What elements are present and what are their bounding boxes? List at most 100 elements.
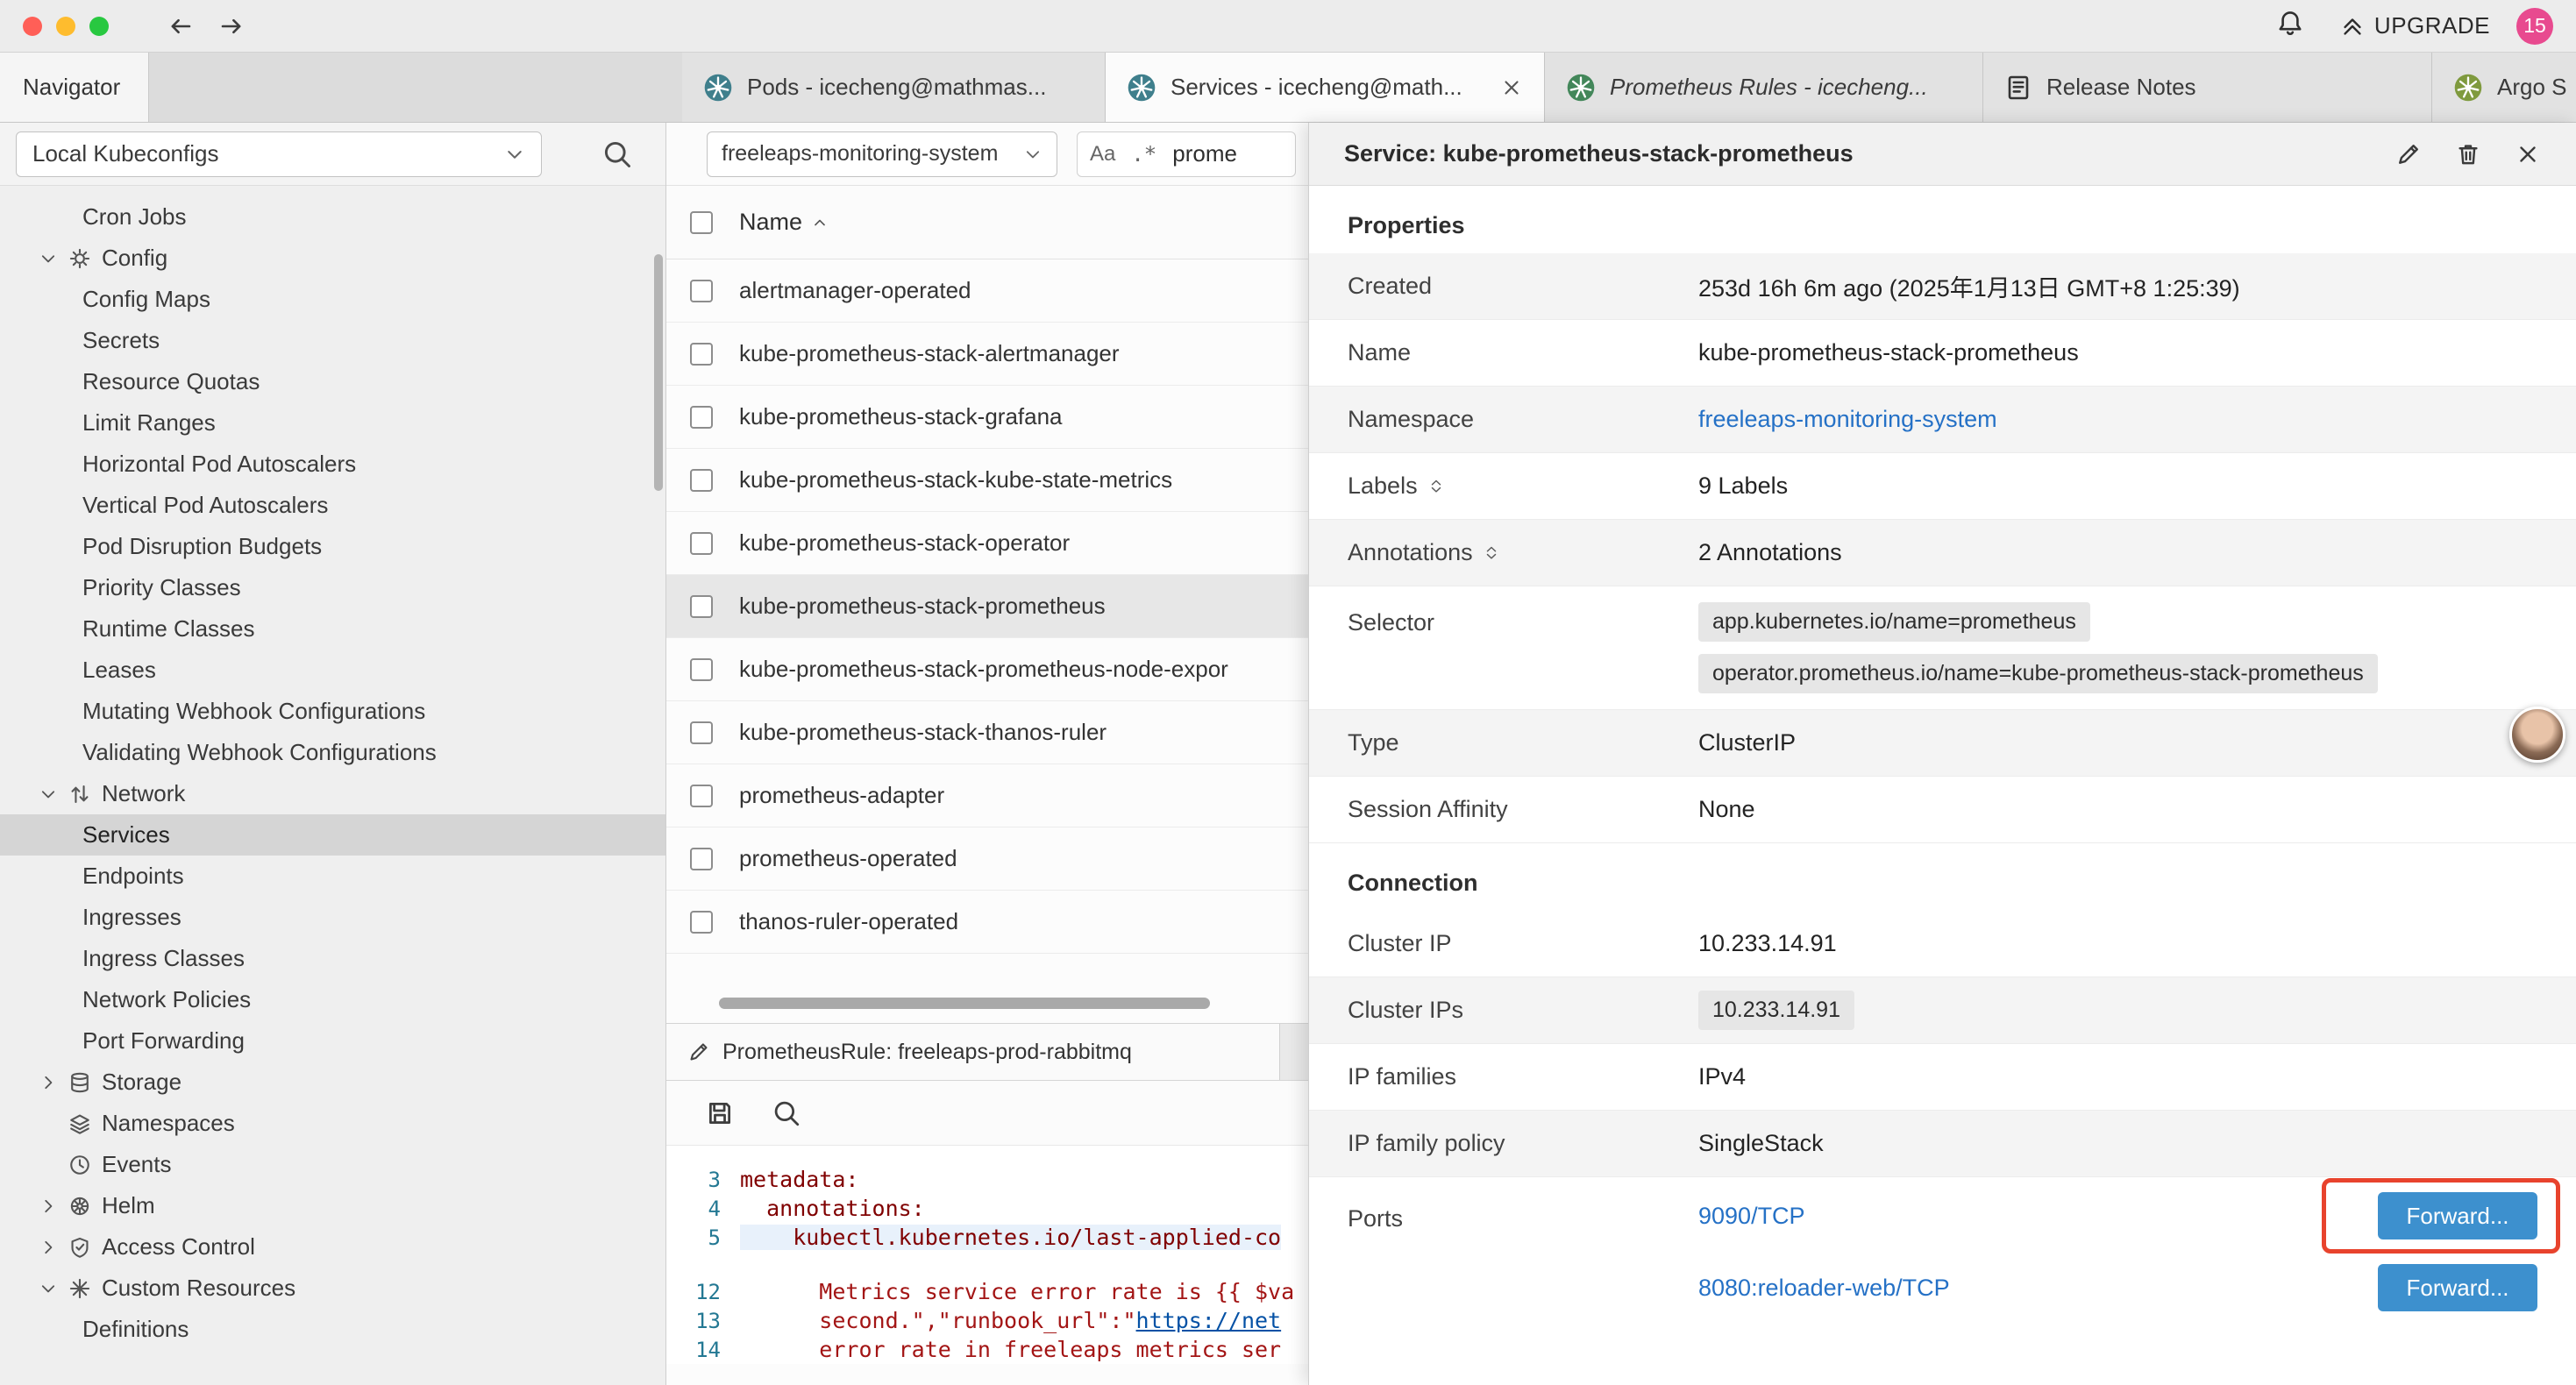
tab-release-notes[interactable]: Release Notes xyxy=(1983,53,2432,122)
horizontal-scrollbar-thumb[interactable] xyxy=(719,998,1210,1009)
table-row[interactable]: prometheus-operated xyxy=(666,827,1308,891)
sidebar-item-leases[interactable]: Leases xyxy=(0,650,665,691)
sidebar-item-storage[interactable]: Storage xyxy=(0,1062,665,1103)
row-checkbox[interactable] xyxy=(690,469,713,492)
sidebar-item-limit-ranges[interactable]: Limit Ranges xyxy=(0,402,665,444)
selector-label: Selector xyxy=(1348,602,1698,636)
sidebar-item-vertical-pod-autoscalers[interactable]: Vertical Pod Autoscalers xyxy=(0,485,665,526)
select-all-checkbox[interactable] xyxy=(690,211,713,234)
expand-collapse-icon[interactable] xyxy=(1428,476,1444,497)
row-checkbox[interactable] xyxy=(690,721,713,744)
tab-prometheus-rules[interactable]: Prometheus Rules - icecheng... xyxy=(1545,53,1983,122)
search-icon[interactable] xyxy=(601,138,633,170)
row-checkbox[interactable] xyxy=(690,343,713,366)
tab-argo[interactable]: Argo S xyxy=(2432,53,2576,122)
tab-pods[interactable]: Pods - icecheng@mathmas... xyxy=(682,53,1106,122)
table-row[interactable]: alertmanager-operated xyxy=(666,259,1308,323)
sidebar-item-cron-jobs[interactable]: Cron Jobs xyxy=(0,196,665,238)
sidebar-item-mutating-webhook-configurations[interactable]: Mutating Webhook Configurations xyxy=(0,691,665,732)
upgrade-button[interactable]: UPGRADE xyxy=(2339,12,2490,39)
row-checkbox[interactable] xyxy=(690,595,713,618)
table-row[interactable]: kube-prometheus-stack-prometheus-node-ex… xyxy=(666,638,1308,701)
forward-arrow-icon[interactable] xyxy=(217,12,246,40)
namespace-filter-select[interactable]: freeleaps-monitoring-system xyxy=(707,131,1057,177)
maximize-traffic-light[interactable] xyxy=(89,17,109,36)
sidebar-item-config-maps[interactable]: Config Maps xyxy=(0,279,665,320)
sidebar-item-endpoints[interactable]: Endpoints xyxy=(0,856,665,897)
lens-app-window: UPGRADE 15 Navigator Pods - icecheng@mat… xyxy=(0,0,2576,1385)
table-row-selected[interactable]: kube-prometheus-stack-prometheus xyxy=(666,575,1308,638)
row-checkbox[interactable] xyxy=(690,785,713,807)
sidebar-item-horizontal-pod-autoscalers[interactable]: Horizontal Pod Autoscalers xyxy=(0,444,665,485)
sidebar-item-runtime-classes[interactable]: Runtime Classes xyxy=(0,608,665,650)
sidebar-item-port-forwarding[interactable]: Port Forwarding xyxy=(0,1020,665,1062)
close-tab-icon[interactable] xyxy=(1500,76,1523,99)
port-link-9090[interactable]: 9090/TCP xyxy=(1698,1203,1805,1230)
dock-tab-prometheusrule[interactable]: PrometheusRule: freeleaps-prod-rabbitmq xyxy=(666,1024,1280,1080)
table-row[interactable]: kube-prometheus-stack-operator xyxy=(666,512,1308,575)
sidebar-item-definitions[interactable]: Definitions xyxy=(0,1309,665,1350)
table-row[interactable]: kube-prometheus-stack-thanos-ruler xyxy=(666,701,1308,764)
sidebar-item-namespaces[interactable]: Namespaces xyxy=(0,1103,665,1144)
sidebar-item-secrets[interactable]: Secrets xyxy=(0,320,665,361)
row-checkbox[interactable] xyxy=(690,280,713,302)
sidebar-item-services[interactable]: Services xyxy=(0,814,665,856)
sidebar-item-ingresses[interactable]: Ingresses xyxy=(0,897,665,938)
avatar[interactable] xyxy=(2509,707,2565,763)
close-traffic-light[interactable] xyxy=(23,17,42,36)
service-name: alertmanager-operated xyxy=(739,277,971,304)
sidebar-item-config[interactable]: Config xyxy=(0,238,665,279)
notification-count-badge[interactable]: 15 xyxy=(2516,8,2553,45)
upgrade-label: UPGRADE xyxy=(2374,12,2490,39)
row-checkbox[interactable] xyxy=(690,848,713,870)
table-row[interactable]: prometheus-adapter xyxy=(666,764,1308,827)
sidebar-item-access-control[interactable]: Access Control xyxy=(0,1226,665,1268)
row-checkbox[interactable] xyxy=(690,532,713,555)
row-checkbox[interactable] xyxy=(690,658,713,681)
table-row[interactable]: thanos-ruler-operated xyxy=(666,891,1308,954)
kubeconfig-selector[interactable]: Local Kubeconfigs xyxy=(16,131,542,177)
ip-family-policy-label: IP family policy xyxy=(1348,1130,1698,1157)
sidebar-scrollbar[interactable] xyxy=(654,254,663,491)
row-checkbox[interactable] xyxy=(690,406,713,429)
name-column-header[interactable]: Name xyxy=(739,209,829,236)
sidebar-item-priority-classes[interactable]: Priority Classes xyxy=(0,567,665,608)
dock-tab-label: PrometheusRule: freeleaps-prod-rabbitmq xyxy=(722,1040,1132,1065)
search-icon[interactable] xyxy=(772,1098,801,1128)
sidebar-item-custom-resources[interactable]: Custom Resources xyxy=(0,1268,665,1309)
sidebar-item-events[interactable]: Events xyxy=(0,1144,665,1185)
close-drawer-icon[interactable] xyxy=(2515,141,2541,167)
regex-toggle[interactable]: .* xyxy=(1131,142,1156,167)
sidebar-item-helm[interactable]: Helm xyxy=(0,1185,665,1226)
forward-button-9090[interactable]: Forward... xyxy=(2378,1192,2537,1239)
sidebar-item-pod-disruption-budgets[interactable]: Pod Disruption Budgets xyxy=(0,526,665,567)
table-row[interactable]: kube-prometheus-stack-alertmanager xyxy=(666,323,1308,386)
code-line: second.","runbook_url":" xyxy=(740,1308,1136,1333)
edit-pencil-icon[interactable] xyxy=(2395,141,2422,167)
namespace-link[interactable]: freeleaps-monitoring-system xyxy=(1698,406,1997,432)
sidebar-item-ingress-classes[interactable]: Ingress Classes xyxy=(0,938,665,979)
sidebar-item-resource-quotas[interactable]: Resource Quotas xyxy=(0,361,665,402)
sidebar-item-network[interactable]: Network xyxy=(0,773,665,814)
sidebar-item-network-policies[interactable]: Network Policies xyxy=(0,979,665,1020)
name-value: kube-prometheus-stack-prometheus xyxy=(1698,339,2537,366)
save-icon[interactable] xyxy=(705,1098,735,1128)
port-link-8080[interactable]: 8080:reloader-web/TCP xyxy=(1698,1275,1950,1302)
match-case-toggle[interactable]: Aa xyxy=(1090,142,1115,167)
forward-button-8080[interactable]: Forward... xyxy=(2378,1264,2537,1311)
search-input[interactable]: Aa .* prome xyxy=(1077,131,1296,177)
back-arrow-icon[interactable] xyxy=(167,12,195,40)
notifications-bell-icon[interactable] xyxy=(2276,9,2304,43)
labels-count: 9 Labels xyxy=(1698,472,2537,500)
tab-services-active[interactable]: Services - icecheng@math... xyxy=(1106,53,1545,122)
minimize-traffic-light[interactable] xyxy=(56,17,75,36)
table-row[interactable]: kube-prometheus-stack-grafana xyxy=(666,386,1308,449)
row-checkbox[interactable] xyxy=(690,911,713,934)
sidebar-item-validating-webhook-configurations[interactable]: Validating Webhook Configurations xyxy=(0,732,665,773)
folded-lines-gap xyxy=(666,1252,1308,1277)
delete-trash-icon[interactable] xyxy=(2455,141,2481,167)
expand-collapse-icon[interactable] xyxy=(1484,543,1499,564)
yaml-editor[interactable]: 3metadata: 4 annotations: 5 kubectl.kube… xyxy=(666,1146,1308,1364)
table-row[interactable]: kube-prometheus-stack-kube-state-metrics xyxy=(666,449,1308,512)
network-arrows-icon xyxy=(68,783,91,806)
